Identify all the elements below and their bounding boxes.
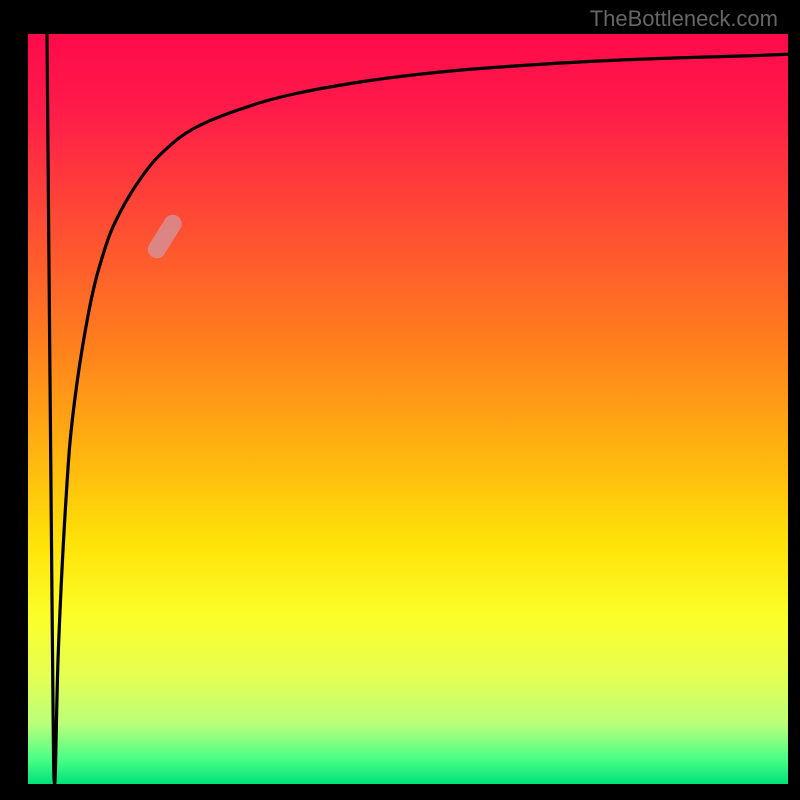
gradient-background <box>28 34 788 784</box>
bottleneck-curve-chart <box>0 0 800 800</box>
attribution-text: TheBottleneck.com <box>590 6 778 32</box>
chart-frame: TheBottleneck.com <box>0 0 800 800</box>
